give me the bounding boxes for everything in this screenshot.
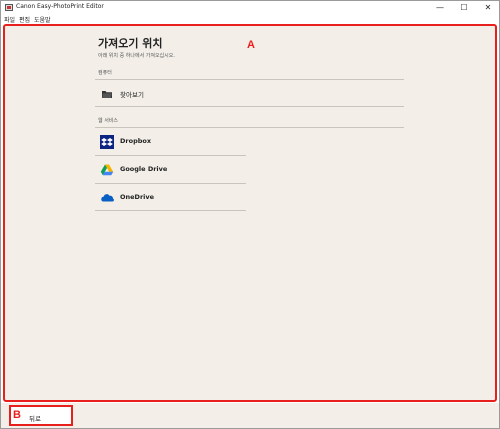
- browse-label: 찾아보기: [120, 91, 144, 99]
- divider: [95, 127, 404, 128]
- google-drive-row[interactable]: Google Drive: [96, 157, 246, 183]
- browse-row[interactable]: 찾아보기: [96, 81, 404, 107]
- dropbox-icon: [100, 134, 114, 149]
- callout-a: A: [247, 39, 255, 51]
- divider: [95, 79, 404, 80]
- minimize-button[interactable]: —: [432, 1, 448, 14]
- folder-icon: [100, 86, 114, 100]
- title-bar: Canon Easy-PhotoPrint Editor — ☐ ✕: [1, 1, 499, 14]
- divider: [95, 106, 404, 107]
- onedrive-icon: [100, 190, 114, 204]
- menu-bar: 파일 편집 도움말: [1, 14, 499, 24]
- onedrive-label: OneDrive: [120, 193, 155, 201]
- divider: [95, 183, 246, 184]
- section-label-web-services: 웹 서비스: [98, 118, 118, 124]
- google-drive-label: Google Drive: [120, 165, 168, 173]
- onedrive-row[interactable]: OneDrive: [96, 185, 246, 211]
- section-label-computer: 컴퓨터: [98, 70, 112, 76]
- close-button[interactable]: ✕: [480, 1, 496, 14]
- divider: [95, 155, 246, 156]
- dropbox-row[interactable]: Dropbox: [96, 129, 246, 155]
- page-subtitle: 아래 위치 중 하나에서 가져오십시오.: [98, 53, 175, 59]
- divider: [95, 210, 246, 211]
- callout-b: B: [13, 409, 21, 421]
- maximize-button[interactable]: ☐: [456, 1, 472, 14]
- window-title: Canon Easy-PhotoPrint Editor: [16, 3, 104, 10]
- back-button-label: 뒤로: [29, 415, 41, 423]
- menu-file[interactable]: 파일: [4, 15, 15, 24]
- page-title: 가져오기 위치: [98, 37, 163, 50]
- menu-edit[interactable]: 편집: [19, 15, 30, 24]
- menu-help[interactable]: 도움말: [34, 15, 51, 24]
- google-drive-icon: [100, 162, 114, 176]
- footer-bar: [1, 403, 499, 428]
- dropbox-label: Dropbox: [120, 137, 152, 145]
- app-icon: [5, 4, 13, 11]
